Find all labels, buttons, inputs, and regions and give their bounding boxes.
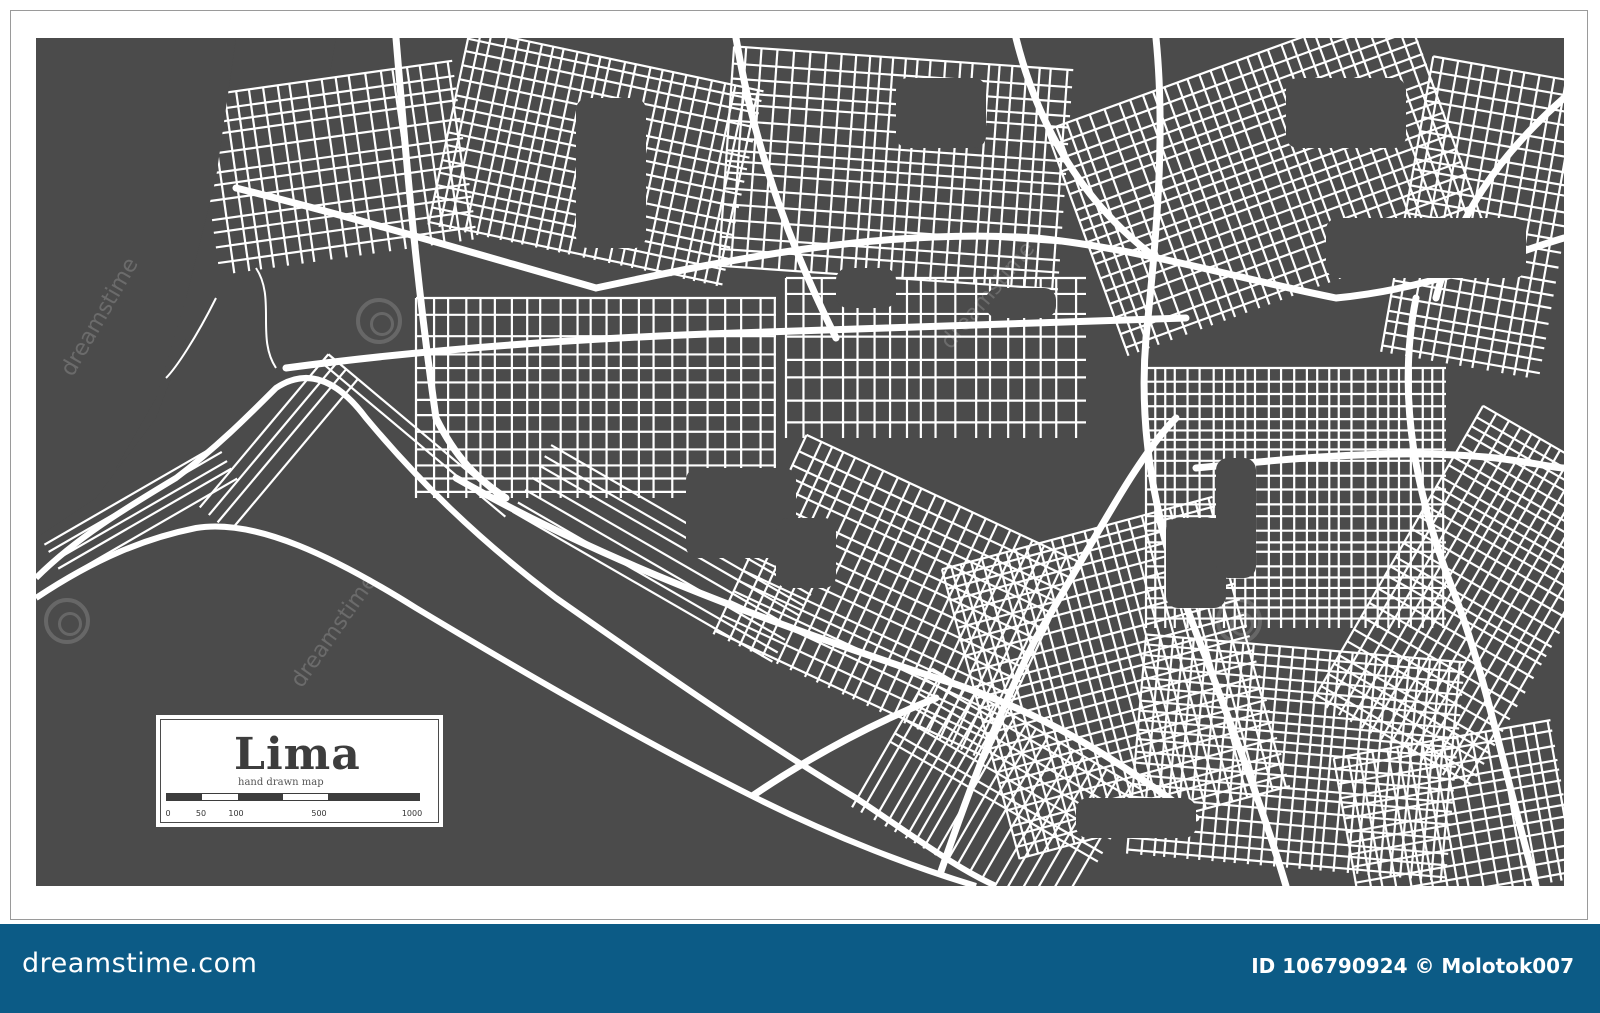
scale-label: 100 — [228, 809, 244, 818]
open-space-block — [576, 98, 646, 248]
open-space-block — [1216, 458, 1256, 578]
street — [979, 742, 1062, 882]
open-space-block — [776, 518, 836, 588]
street — [1127, 848, 1447, 879]
street — [726, 159, 1066, 186]
scale-label: 50 — [195, 809, 207, 818]
scale-segment — [237, 794, 283, 800]
open-space-block — [1286, 78, 1406, 148]
scale-labels: 0 50 100 500 1000 — [156, 809, 443, 821]
open-space-block — [1326, 218, 1526, 278]
open-space-block — [1076, 798, 1196, 838]
street — [320, 361, 507, 518]
footer-brand[interactable]: dreamstime.com — [22, 948, 257, 979]
watermark-logo-icon — [44, 598, 90, 644]
street — [922, 709, 1005, 849]
map-subtitle: hand drawn map — [238, 777, 324, 788]
street — [726, 149, 1067, 176]
scale-segment — [202, 794, 238, 800]
street — [216, 368, 347, 524]
scale-label: 0 — [165, 809, 171, 818]
street — [1348, 803, 1564, 844]
street — [1546, 720, 1564, 821]
map-legend: Lima hand drawn map 0 50 100 500 1000 — [155, 714, 444, 828]
street — [198, 353, 330, 509]
scale-label: 500 — [311, 809, 327, 818]
watermark-logo-icon — [356, 298, 402, 344]
street — [228, 378, 359, 533]
watermark-logo-icon — [1216, 598, 1262, 644]
scale-segment — [282, 794, 329, 800]
scale-segment — [328, 794, 419, 800]
open-space-block — [896, 78, 986, 148]
scale-bar — [166, 793, 420, 801]
image-id-credit: ID 106790924 © Molotok007 — [1251, 954, 1574, 978]
scale-segment — [167, 794, 203, 800]
footer-bar: dreamstime.com ID 106790924 © Molotok007 — [0, 924, 1600, 1013]
scale-label: 1000 — [401, 809, 423, 818]
open-space-block — [836, 268, 896, 308]
city-title: Lima — [234, 729, 361, 780]
